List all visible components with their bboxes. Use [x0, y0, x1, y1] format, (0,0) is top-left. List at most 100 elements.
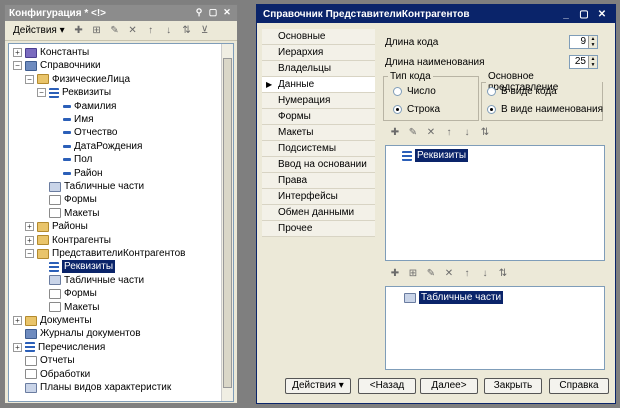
tree-item[interactable]: Макеты: [37, 301, 100, 314]
nav-item[interactable]: Нумерация: [262, 93, 375, 109]
nav-item[interactable]: Обмен данными: [262, 205, 375, 221]
tree-item[interactable]: + Константы: [13, 46, 89, 59]
repr-name-radio[interactable]: В виде наименования: [487, 104, 603, 115]
delete-icon[interactable]: ✕: [425, 127, 437, 139]
configuration-tree[interactable]: + Константы − Справочники − ФизическиеЛица − Ре…: [8, 43, 234, 402]
sort-icon[interactable]: ⇅: [497, 268, 509, 280]
tree-scrollbar[interactable]: [221, 44, 233, 401]
move-up-icon[interactable]: ↑: [461, 268, 473, 280]
tree-item[interactable]: Имя: [49, 113, 93, 126]
tree-item[interactable]: Макеты: [37, 207, 100, 220]
tree-item[interactable]: − ПредставителиКонтрагентов: [25, 247, 185, 260]
add-icon[interactable]: ✚: [73, 25, 85, 37]
attributes-list[interactable]: Реквизиты: [385, 145, 605, 261]
code-type-number-radio[interactable]: Число: [393, 86, 436, 97]
tree-item[interactable]: Реквизиты: [37, 260, 116, 274]
repr-code-radio[interactable]: В виде кода: [487, 86, 557, 97]
spin-arrows-icon[interactable]: ▲ ▼: [588, 56, 597, 68]
edit-icon[interactable]: ✎: [425, 268, 437, 280]
expand-icon[interactable]: +: [13, 316, 22, 325]
tree-item[interactable]: Журналы документов: [13, 327, 141, 340]
tree-scrollbar-thumb[interactable]: [223, 58, 232, 388]
tree-item[interactable]: Отчеты: [13, 354, 75, 367]
delete-icon[interactable]: ✕: [443, 268, 455, 280]
expand-icon[interactable]: +: [25, 235, 34, 245]
help-button[interactable]: Справка: [549, 378, 609, 394]
spin-arrows-icon[interactable]: ▲ ▼: [588, 36, 597, 48]
tabular-parts-list[interactable]: Табличные части: [385, 286, 605, 370]
tree-item[interactable]: Обработки: [13, 368, 90, 381]
close-icon[interactable]: ✕: [595, 9, 609, 20]
nav-item[interactable]: Основные: [262, 29, 375, 45]
nav-item[interactable]: Иерархия: [262, 45, 375, 61]
tree-item[interactable]: Табличные части: [37, 180, 144, 193]
add-child-icon[interactable]: ⊞: [91, 25, 103, 37]
radio-circle[interactable]: [393, 87, 402, 96]
tree-item[interactable]: + Контрагенты: [25, 234, 111, 247]
nav-item[interactable]: Подсистемы: [262, 141, 375, 157]
tree-item[interactable]: Формы: [37, 287, 97, 300]
close-button[interactable]: Закрыть: [484, 378, 542, 394]
tree-item[interactable]: − Справочники: [13, 59, 101, 72]
tree-item[interactable]: Планы видов характеристик: [13, 381, 171, 394]
tree-item[interactable]: + Районы: [25, 220, 88, 233]
nav-item[interactable]: Владельцы: [262, 61, 375, 77]
list-item[interactable]: Табличные части: [404, 291, 504, 304]
close-icon[interactable]: ✕: [221, 7, 233, 19]
expand-icon[interactable]: +: [13, 342, 22, 352]
move-down-icon[interactable]: ↓: [461, 127, 473, 139]
name-length-input[interactable]: 25 ▲ ▼: [569, 55, 598, 69]
add-child-icon[interactable]: ⊞: [407, 268, 419, 280]
tree-item[interactable]: ДатаРождения: [49, 140, 142, 153]
radio-circle[interactable]: [393, 105, 402, 114]
move-down-icon[interactable]: ↓: [479, 268, 491, 280]
add-icon[interactable]: ✚: [389, 268, 401, 280]
restore-icon[interactable]: ▢: [207, 7, 219, 19]
delete-icon[interactable]: ✕: [127, 25, 139, 37]
collapse-icon[interactable]: −: [13, 61, 22, 71]
collapse-icon[interactable]: −: [25, 249, 34, 258]
maximize-icon[interactable]: ▢: [577, 9, 591, 20]
nav-item[interactable]: ▶ Данные: [262, 77, 375, 93]
radio-circle[interactable]: [487, 105, 496, 114]
move-up-icon[interactable]: ↑: [443, 127, 455, 139]
collapse-icon[interactable]: −: [25, 74, 34, 84]
tree-item[interactable]: Формы: [37, 193, 97, 206]
dialog-actions-button[interactable]: Действия ▾: [285, 378, 351, 394]
move-down-icon[interactable]: ↓: [163, 25, 175, 37]
tree-item[interactable]: − ФизическиеЛица: [25, 73, 130, 86]
radio-circle[interactable]: [487, 87, 496, 96]
nav-item[interactable]: Ввод на основании: [262, 157, 375, 173]
move-up-icon[interactable]: ↑: [145, 25, 157, 37]
next-button[interactable]: Далее>: [420, 378, 478, 394]
sort-icon[interactable]: ⇅: [479, 127, 491, 139]
tree-item[interactable]: + Документы: [13, 314, 92, 327]
nav-item[interactable]: Интерфейсы: [262, 189, 375, 205]
expand-icon[interactable]: +: [25, 222, 34, 232]
tree-item[interactable]: Фамилия: [49, 100, 116, 113]
nav-item[interactable]: Права: [262, 173, 375, 189]
sort-icon[interactable]: ⇅: [181, 25, 193, 37]
list-item[interactable]: Реквизиты: [402, 149, 469, 162]
code-length-input[interactable]: 9 ▲ ▼: [569, 35, 598, 49]
add-icon[interactable]: ✚: [389, 127, 401, 139]
edit-icon[interactable]: ✎: [109, 25, 121, 37]
nav-item[interactable]: Формы: [262, 109, 375, 125]
collapse-icon[interactable]: −: [37, 88, 46, 98]
tree-item[interactable]: − Реквизиты: [37, 86, 111, 99]
nav-item[interactable]: Прочее: [262, 221, 375, 237]
tree-item[interactable]: Табличные части: [37, 274, 144, 287]
tree-item[interactable]: Район: [49, 167, 103, 180]
tree-item[interactable]: Пол: [49, 153, 92, 166]
filter-icon[interactable]: ⊻: [199, 25, 211, 37]
tree-item[interactable]: + Перечисления: [13, 341, 105, 354]
edit-icon[interactable]: ✎: [407, 127, 419, 139]
tree-item[interactable]: Отчество: [49, 126, 117, 139]
actions-menu-button[interactable]: Действия ▾: [9, 25, 69, 36]
nav-item[interactable]: Макеты: [262, 125, 375, 141]
code-type-string-radio[interactable]: Строка: [393, 104, 440, 115]
minimize-icon[interactable]: _: [559, 9, 573, 20]
back-button[interactable]: <Назад: [358, 378, 416, 394]
expand-icon[interactable]: +: [13, 48, 22, 57]
pin-icon[interactable]: ⚲: [193, 7, 205, 19]
